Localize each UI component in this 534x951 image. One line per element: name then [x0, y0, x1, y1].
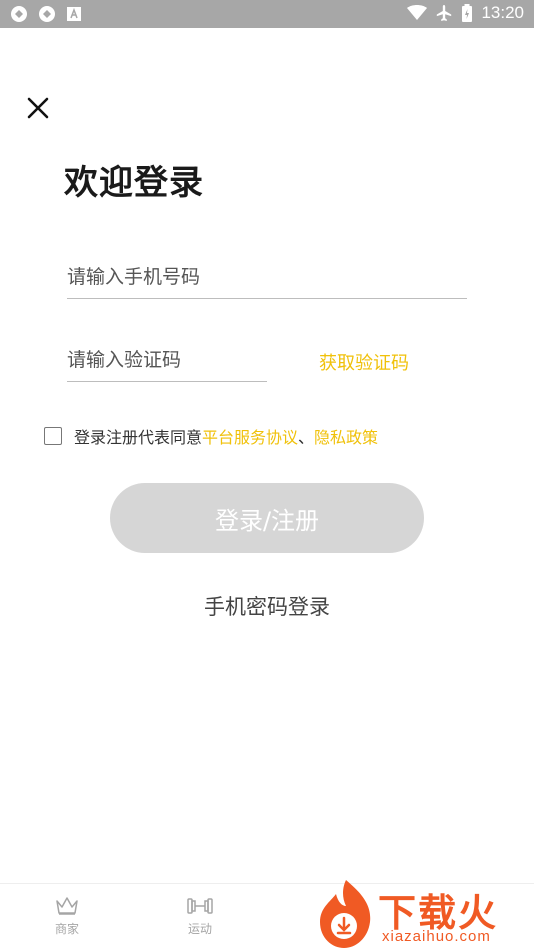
- tab-sport[interactable]: 运动: [170, 896, 230, 937]
- watermark-url: xiazaihuo.com: [382, 928, 491, 945]
- password-login-link[interactable]: 手机密码登录: [0, 591, 534, 621]
- wifi-icon: [407, 5, 428, 20]
- tab-merchant-label: 商家: [54, 922, 79, 936]
- airplane-icon: [437, 5, 452, 21]
- verification-code-input[interactable]: [67, 349, 267, 382]
- service-agreement-link[interactable]: 平台服务协议: [202, 424, 298, 448]
- watermark-logo: 下载火 xiazaihuo.com: [314, 878, 534, 950]
- agreement-separator: 、: [298, 428, 315, 447]
- dumbbell-icon: [187, 898, 213, 914]
- sync-icon: [11, 6, 27, 22]
- agreement-text: 登录注册代表同意: [74, 428, 203, 447]
- tab-sport-label: 运动: [187, 922, 212, 936]
- get-code-button[interactable]: 获取验证码: [319, 349, 409, 375]
- sync-icon-2: [39, 6, 55, 22]
- privacy-policy-link[interactable]: 隐私政策: [314, 424, 378, 448]
- tab-merchant[interactable]: 商家: [37, 896, 97, 937]
- login-register-button[interactable]: 登录/注册: [110, 483, 424, 553]
- clock: 13:20: [481, 3, 524, 22]
- status-bar: 13:20: [0, 0, 534, 28]
- agreement-row: 登录注册代表同意 平台服务协议 、 隐私政策: [44, 424, 378, 448]
- crown-icon: [56, 897, 78, 915]
- flame-logo-icon: [320, 880, 371, 948]
- battery-icon: [462, 4, 473, 22]
- keyboard-icon: [67, 7, 81, 21]
- agreement-checkbox[interactable]: [44, 427, 62, 445]
- phone-input[interactable]: [67, 266, 467, 299]
- close-icon: [27, 97, 49, 119]
- close-button[interactable]: [24, 94, 52, 122]
- page-title: 欢迎登录: [64, 163, 204, 203]
